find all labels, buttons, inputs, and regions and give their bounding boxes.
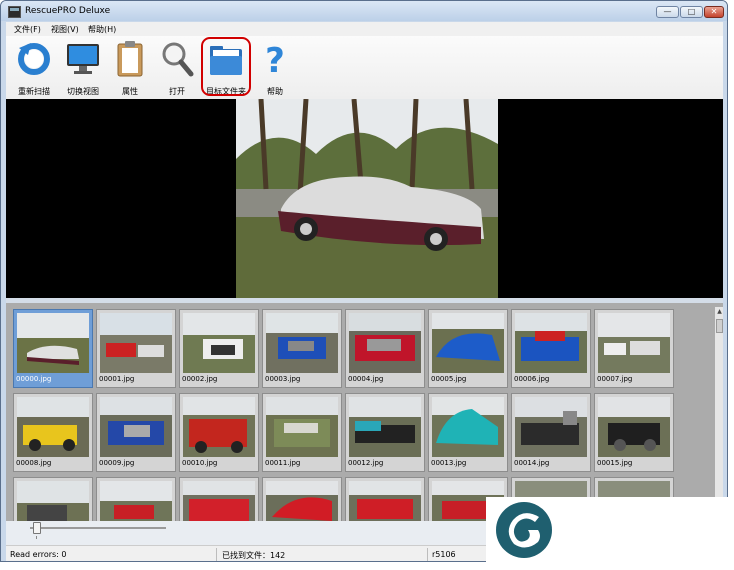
thumbnail-filename: 00000.jpg — [16, 375, 52, 383]
thumbnail-item[interactable]: 00013.jpg — [428, 393, 508, 472]
thumbnail-grid: 00000.jpg 00001.jpg 00002.jpg 00003.jpg … — [6, 303, 723, 521]
rescan-icon — [18, 43, 50, 75]
help-button[interactable]: ? 帮助 — [250, 36, 300, 99]
zoom-slider-handle[interactable] — [33, 522, 41, 534]
preview-image — [236, 99, 498, 298]
thumbnail-item[interactable] — [13, 477, 93, 521]
minimize-button[interactable]: — — [656, 6, 679, 18]
thumbnail-item[interactable]: 00009.jpg — [96, 393, 176, 472]
menu-view[interactable]: 视图(V) — [51, 24, 79, 35]
thumbnail-item[interactable]: 00010.jpg — [179, 393, 259, 472]
thumbnail-item[interactable]: 00006.jpg — [511, 309, 591, 388]
thumbnail-filename: 00003.jpg — [265, 375, 301, 383]
menu-help[interactable]: 帮助(H) — [88, 24, 116, 35]
status-separator — [216, 548, 217, 561]
thumbnail-filename: 00002.jpg — [182, 375, 218, 383]
thumbnail-filename: 00004.jpg — [348, 375, 384, 383]
maximize-button[interactable]: □ — [680, 6, 703, 18]
window-title: RescuePRO Deluxe — [25, 6, 111, 16]
scroll-up-icon[interactable]: ▲ — [715, 307, 723, 316]
thumbnail-item[interactable]: 00012.jpg — [345, 393, 425, 472]
thumbnail-item[interactable]: 00014.jpg — [511, 393, 591, 472]
thumbnail-filename: 00012.jpg — [348, 459, 384, 467]
slider-ticks — [36, 536, 167, 539]
thumbnail-filename: 00007.jpg — [597, 375, 633, 383]
thumbnail-item[interactable]: 00004.jpg — [345, 309, 425, 388]
title-bar[interactable]: RescuePRO Deluxe — □ ✕ — [1, 1, 727, 21]
menu-file[interactable]: 文件(F) — [14, 24, 41, 35]
thumbnail-item[interactable] — [179, 477, 259, 521]
thumbnail-filename: 00001.jpg — [99, 375, 135, 383]
thumbnail-filename: 00008.jpg — [16, 459, 52, 467]
watermark-logo-area — [486, 497, 734, 570]
thumbnail-filename: 00005.jpg — [431, 375, 467, 383]
thumbnail-item[interactable]: 00000.jpg — [13, 309, 93, 388]
thumbnail-item[interactable]: 00005.jpg — [428, 309, 508, 388]
thumbnail-item[interactable]: 00008.jpg — [13, 393, 93, 472]
thumbnail-item[interactable]: 00015.jpg — [594, 393, 674, 472]
svg-text:?: ? — [265, 41, 285, 78]
app-icon — [8, 6, 21, 18]
help-label: 帮助 — [267, 87, 283, 96]
files-found-status: 已找到文件：142 — [222, 551, 286, 560]
help-icon: ? — [265, 41, 285, 78]
thumbnail-filename: 00010.jpg — [182, 459, 218, 467]
status-separator — [427, 548, 428, 561]
version-status: r5106 — [432, 550, 456, 559]
brand-logo-icon — [496, 502, 552, 558]
thumbnail-item[interactable]: 00001.jpg — [96, 309, 176, 388]
thumbnail-item[interactable] — [345, 477, 425, 521]
thumbnail-filename: 00009.jpg — [99, 459, 135, 467]
preview-pane — [6, 99, 723, 298]
clipboard-icon — [117, 41, 143, 77]
thumbnail-filename: 00011.jpg — [265, 459, 301, 467]
thumbnail-filename: 00014.jpg — [514, 459, 550, 467]
monitor-icon — [67, 44, 99, 74]
toolbar: 重新扫描 切换视图 属性 打开 目标文件夹 ? 帮助 — [6, 36, 723, 100]
vertical-scrollbar[interactable]: ▲ — [715, 307, 723, 519]
thumbnail-filename: 00013.jpg — [431, 459, 467, 467]
thumbnail-filename: 00006.jpg — [514, 375, 550, 383]
thumbnail-item[interactable]: 00003.jpg — [262, 309, 342, 388]
app-window: RescuePRO Deluxe — □ ✕ 文件(F) 视图(V) 帮助(H)… — [0, 0, 728, 562]
read-errors-status: Read errors: 0 — [10, 550, 67, 559]
thumbnail-item[interactable] — [96, 477, 176, 521]
menu-bar: 文件(F) 视图(V) 帮助(H) — [6, 22, 723, 36]
scroll-thumb[interactable] — [716, 319, 723, 333]
thumbnail-item[interactable]: 00011.jpg — [262, 393, 342, 472]
thumbnail-item[interactable]: 00002.jpg — [179, 309, 259, 388]
zoom-slider-track[interactable] — [30, 527, 166, 529]
close-button[interactable]: ✕ — [704, 6, 724, 18]
magnifier-icon — [162, 42, 194, 77]
thumbnail-item[interactable]: 00007.jpg — [594, 309, 674, 388]
thumbnail-item[interactable] — [262, 477, 342, 521]
thumbnail-filename: 00015.jpg — [597, 459, 633, 467]
